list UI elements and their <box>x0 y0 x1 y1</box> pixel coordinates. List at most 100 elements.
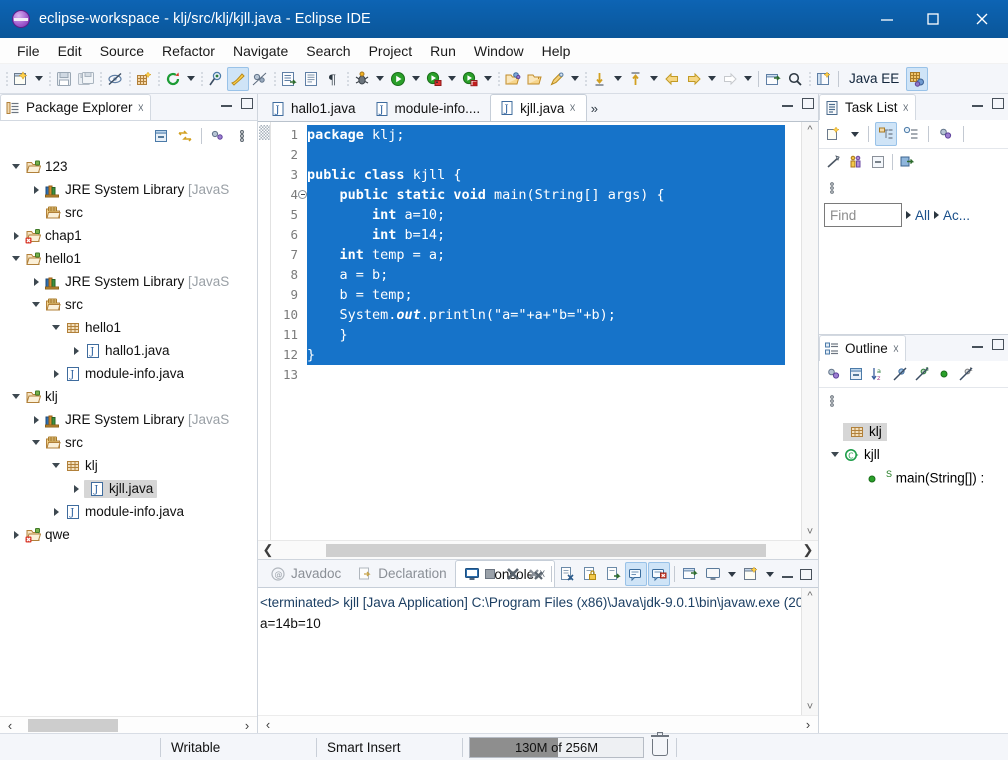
tree-row[interactable]: hello1 <box>0 247 257 270</box>
show-console-on-output-icon[interactable] <box>625 562 647 586</box>
hide-non-public-members-icon[interactable] <box>933 362 955 386</box>
close-icon[interactable]: ☓ <box>569 102 575 114</box>
display-console-dropdown-icon[interactable] <box>725 562 739 586</box>
tree-row[interactable]: JRE System Library [JavaS <box>0 270 257 293</box>
tree-item[interactable]: src <box>44 297 83 313</box>
filter-all-link[interactable]: All <box>915 208 930 223</box>
scroll-down-icon[interactable]: ˅ <box>807 701 813 713</box>
tree-item[interactable]: klj <box>64 458 98 474</box>
debug-dropdown-icon[interactable] <box>373 67 387 91</box>
refresh-dropdown-icon[interactable] <box>184 67 198 91</box>
forward-icon[interactable] <box>683 67 705 91</box>
console-body[interactable]: <terminated> kjll [Java Application] C:\… <box>258 587 818 715</box>
scroll-right-icon[interactable]: › <box>237 718 257 733</box>
new-task-icon[interactable] <box>823 122 845 146</box>
debug-icon[interactable] <box>351 67 373 91</box>
search-icon[interactable] <box>784 67 806 91</box>
search-dropdown-icon[interactable] <box>568 67 582 91</box>
tree-row[interactable]: chap1 <box>0 224 257 247</box>
forward-disabled-icon[interactable] <box>719 67 741 91</box>
open-task-icon[interactable] <box>278 67 300 91</box>
minimize-button[interactable] <box>864 0 910 38</box>
chevron-right-icon[interactable] <box>48 362 64 385</box>
code-line[interactable] <box>307 365 801 385</box>
run-dropdown-icon[interactable] <box>409 67 423 91</box>
tree-item[interactable]: Jkjll.java <box>84 479 158 498</box>
hscroll-thumb[interactable] <box>326 543 766 557</box>
code-line[interactable]: public class kjll { <box>307 165 801 185</box>
tree-row[interactable]: klj <box>0 385 257 408</box>
hscroll-thumb[interactable] <box>28 718 118 732</box>
new-java-package-icon[interactable] <box>133 67 155 91</box>
tree-item[interactable]: JRE System Library [JavaS <box>44 274 229 290</box>
tree-row[interactable]: 123 <box>0 155 257 178</box>
hide-fields-icon[interactable] <box>889 362 911 386</box>
remove-all-terminated-icon[interactable] <box>525 562 547 586</box>
fold-collapse-icon[interactable] <box>298 190 307 199</box>
code-line[interactable]: int a=10; <box>307 205 801 225</box>
open-resource-icon[interactable] <box>502 67 524 91</box>
chevron-down-icon[interactable] <box>28 293 44 316</box>
forward-dropdown-icon[interactable] <box>705 67 719 91</box>
tree-row[interactable]: hello1 <box>0 316 257 339</box>
chevron-right-icon[interactable] <box>906 211 911 219</box>
tree-row[interactable]: Jmodule-info.java <box>0 500 257 523</box>
save-icon[interactable] <box>53 67 75 91</box>
close-icon[interactable]: ☓ <box>138 102 144 114</box>
scroll-left-icon[interactable]: ❮ <box>258 542 278 558</box>
maximize-icon[interactable] <box>800 568 812 580</box>
pin-console-icon[interactable] <box>679 562 701 586</box>
tab-declaration[interactable]: Declaration <box>349 560 454 587</box>
tab-javadoc[interactable]: @ Javadoc <box>262 560 349 587</box>
maximize-icon[interactable] <box>992 98 1004 109</box>
tree-row[interactable]: klj <box>0 454 257 477</box>
save-all-icon[interactable] <box>75 67 97 91</box>
menu-file[interactable]: File <box>8 41 49 61</box>
run-icon[interactable] <box>387 67 409 91</box>
tree-row[interactable]: JRE System Library [JavaS <box>0 408 257 431</box>
editor-tab-kjll[interactable]: J kjll.java ☓ <box>490 94 587 121</box>
editor-tab-hallo1[interactable]: J hallo1.java <box>262 96 366 121</box>
chevron-down-icon[interactable] <box>827 443 843 466</box>
close-icon[interactable]: ☓ <box>893 343 899 355</box>
menu-edit[interactable]: Edit <box>49 41 91 61</box>
focus-on-workweek-icon[interactable] <box>823 150 845 174</box>
code-line[interactable]: a = b; <box>307 265 801 285</box>
maximize-icon[interactable] <box>802 98 814 109</box>
pilcrow-icon[interactable]: ¶ <box>322 67 344 91</box>
find-input[interactable]: Find <box>824 203 902 227</box>
tree-row[interactable]: src <box>0 431 257 454</box>
scroll-left-icon[interactable]: ‹ <box>258 717 278 732</box>
show-ui-legend-icon[interactable] <box>845 150 867 174</box>
menu-search[interactable]: Search <box>297 41 359 61</box>
editor-vscrollbar[interactable]: ^ ˅ <box>801 122 818 540</box>
tree-row[interactable]: src <box>0 201 257 224</box>
lock-scroll-icon[interactable] <box>579 562 601 586</box>
toggle-mark-occurrences-icon[interactable] <box>205 67 227 91</box>
sort-alphabetically-icon[interactable]: az <box>867 362 889 386</box>
chevron-right-icon[interactable] <box>28 178 44 201</box>
menu-source[interactable]: Source <box>91 41 153 61</box>
open-type-icon[interactable] <box>249 67 271 91</box>
tree-row[interactable]: JRE System Library [JavaS <box>0 178 257 201</box>
chevron-right-icon[interactable] <box>28 270 44 293</box>
chevron-right-icon[interactable] <box>48 500 64 523</box>
forward-disabled-dropdown-icon[interactable] <box>741 67 755 91</box>
tree-row[interactable]: qwe <box>0 523 257 546</box>
menu-window[interactable]: Window <box>465 41 533 61</box>
java-ee-perspective-icon[interactable] <box>906 66 929 91</box>
code-line[interactable]: System.out.println("a="+a+"b="+b); <box>307 305 801 325</box>
collapse-all-icon[interactable] <box>150 124 172 148</box>
minimize-icon[interactable] <box>221 99 232 108</box>
new-wizard-icon[interactable] <box>10 67 32 91</box>
hide-local-types-icon[interactable]: L <box>955 362 977 386</box>
tree-item[interactable]: Jmodule-info.java <box>64 504 184 520</box>
tree-item[interactable]: 123 <box>24 159 68 175</box>
tab-outline[interactable]: Outline ☓ <box>819 335 907 361</box>
tree-item[interactable]: Jmodule-info.java <box>64 366 184 382</box>
scroll-left-icon[interactable]: ‹ <box>0 718 20 733</box>
collapse-all-icon[interactable] <box>867 150 889 174</box>
menu-refactor[interactable]: Refactor <box>153 41 224 61</box>
scroll-right-icon[interactable]: ❯ <box>798 542 818 558</box>
terminate-icon[interactable] <box>479 562 501 586</box>
